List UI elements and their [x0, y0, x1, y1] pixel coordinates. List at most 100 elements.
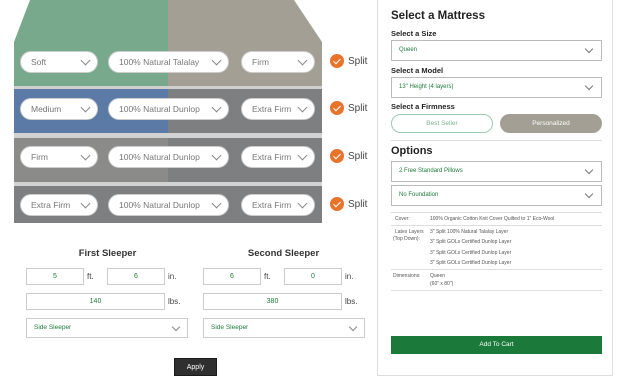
options-title: Options — [391, 145, 433, 157]
layer-3-material-select[interactable]: 100% Natural Dunlop — [108, 146, 229, 168]
pillows-select[interactable]: 2 Free Standard Pillows — [391, 161, 602, 182]
chevron-down-icon — [297, 150, 308, 160]
add-to-cart-button[interactable]: Add To Cart — [391, 336, 602, 354]
firmness-option-personalized[interactable]: Personalized — [500, 114, 602, 133]
latex-label: Latex Layers — [395, 229, 424, 235]
select-value: Firm — [252, 57, 269, 67]
first-sleeper-title: First Sleeper — [78, 248, 137, 259]
chevron-down-icon — [348, 322, 358, 332]
divider — [391, 269, 602, 270]
second-sleeper-position-select[interactable]: Side Sleeper — [203, 318, 365, 338]
foundation-select[interactable]: No Foundation — [391, 185, 602, 206]
first-sleeper-weight-input[interactable]: 140 — [26, 293, 165, 310]
size-label: Select a Size — [391, 29, 437, 38]
second-sleeper-title: Second Sleeper — [247, 248, 320, 259]
chevron-down-icon — [584, 165, 594, 175]
lbs-unit-label: lbs. — [345, 297, 358, 306]
check-icon — [330, 149, 344, 163]
first-sleeper-inches-input[interactable]: 6 — [107, 268, 165, 285]
latex-layer-4: 3" Split GOLs Certified Dunlop Layer — [430, 260, 512, 266]
cover-value: 100% Organic Cotton Knit Cover Quilted t… — [430, 216, 555, 222]
mattress-configurator: Soft 100% Natural Talalay Firm Split Med… — [0, 0, 627, 376]
layer-2-material-select[interactable]: 100% Natural Dunlop — [108, 98, 229, 120]
chevron-down-icon — [297, 102, 308, 112]
split-label: Split — [348, 102, 368, 114]
layer-2-left-firmness-select[interactable]: Medium — [20, 98, 98, 120]
cover-label: Cover: — [395, 216, 410, 222]
lbs-unit-label: lbs. — [168, 297, 181, 306]
chevron-down-icon — [211, 198, 222, 208]
dimensions-value-sub: (60" x 80") — [430, 281, 454, 287]
select-value: Queen — [399, 47, 418, 53]
firmness-label: Select a Firmness — [391, 102, 455, 111]
split-label: Split — [348, 55, 368, 67]
first-sleeper-feet-input[interactable]: 5 — [26, 268, 84, 285]
mattress-top — [14, 0, 322, 42]
second-sleeper-inches-input[interactable]: 0 — [284, 268, 342, 285]
chevron-down-icon — [297, 55, 308, 65]
divider — [391, 225, 602, 226]
dimensions-label: Dimensions: — [393, 273, 421, 279]
layer-4-right-firmness-select[interactable]: Extra Firm — [241, 194, 315, 216]
divider — [391, 290, 602, 291]
select-value: Extra Firm — [252, 152, 292, 162]
divider — [391, 140, 602, 141]
second-sleeper-feet-input[interactable]: 6 — [203, 268, 261, 285]
select-value: Extra Firm — [31, 200, 71, 210]
layer-3-right-firmness-select[interactable]: Extra Firm — [241, 146, 315, 168]
split-label: Split — [348, 150, 368, 162]
check-icon — [330, 101, 344, 115]
layer-1-left-firmness-select[interactable]: Soft — [20, 51, 98, 73]
apply-button[interactable]: Apply — [174, 358, 217, 376]
select-value: 2 Free Standard Pillows — [399, 168, 463, 174]
latex-layer-1: 3" Split 100% Natural Talalay Layer — [430, 229, 509, 235]
layer-1-right-firmness-select[interactable]: Firm — [241, 51, 315, 73]
chevron-down-icon — [80, 55, 91, 65]
select-value: 100% Natural Dunlop — [119, 152, 200, 162]
select-value: Medium — [31, 104, 62, 114]
latex-layer-2: 3" Split GOLs Certified Dunlop Layer — [430, 239, 512, 245]
select-value: 100% Natural Dunlop — [119, 104, 200, 114]
layer-3-left-firmness-select[interactable]: Firm — [20, 146, 98, 168]
latex-label-sub: (Top Down): — [393, 236, 420, 242]
layer-1-split-toggle[interactable]: Split — [330, 54, 367, 68]
check-icon — [330, 197, 344, 211]
layer-4-material-select[interactable]: 100% Natural Dunlop — [108, 194, 229, 216]
select-value: Firm — [31, 152, 48, 162]
chevron-down-icon — [171, 322, 181, 332]
size-select[interactable]: Queen — [391, 40, 602, 61]
chevron-down-icon — [584, 81, 594, 91]
layer-4-split-toggle[interactable]: Split — [330, 197, 367, 211]
chevron-down-icon — [584, 189, 594, 199]
split-label: Split — [348, 198, 368, 210]
first-sleeper-position-select[interactable]: Side Sleeper — [26, 318, 188, 338]
latex-layer-3: 3" Split GOLs Certified Dunlop Layer — [430, 250, 512, 256]
layer-1-material-select[interactable]: 100% Natural Talalay — [108, 51, 229, 73]
model-select[interactable]: 13" Height (4 layers) — [391, 77, 602, 98]
firmness-option-best-seller[interactable]: Best Seller — [391, 114, 493, 133]
select-value: Side Sleeper — [34, 324, 72, 331]
chevron-down-icon — [211, 102, 222, 112]
second-sleeper-weight-input[interactable]: 380 — [203, 293, 342, 310]
check-icon — [330, 54, 344, 68]
layer-2-split-toggle[interactable]: Split — [330, 101, 367, 115]
select-value: Soft — [31, 57, 47, 67]
layer-2-right-firmness-select[interactable]: Extra Firm — [241, 98, 315, 120]
inches-unit-label: in. — [345, 272, 354, 281]
chevron-down-icon — [80, 150, 91, 160]
model-label: Select a Model — [391, 66, 444, 75]
layer-3-split-toggle[interactable]: Split — [330, 149, 367, 163]
chevron-down-icon — [297, 198, 308, 208]
chevron-down-icon — [80, 198, 91, 208]
panel-title: Select a Mattress — [391, 10, 485, 22]
select-value: 13" Height (4 layers) — [399, 84, 454, 90]
feet-unit-label: ft. — [87, 272, 94, 281]
select-value: 100% Natural Dunlop — [119, 200, 200, 210]
select-value: No Foundation — [399, 192, 439, 198]
divider — [391, 212, 602, 213]
select-value: Extra Firm — [252, 104, 292, 114]
select-value: Extra Firm — [252, 200, 292, 210]
layer-4-left-firmness-select[interactable]: Extra Firm — [20, 194, 98, 216]
inches-unit-label: in. — [168, 272, 177, 281]
chevron-down-icon — [211, 150, 222, 160]
